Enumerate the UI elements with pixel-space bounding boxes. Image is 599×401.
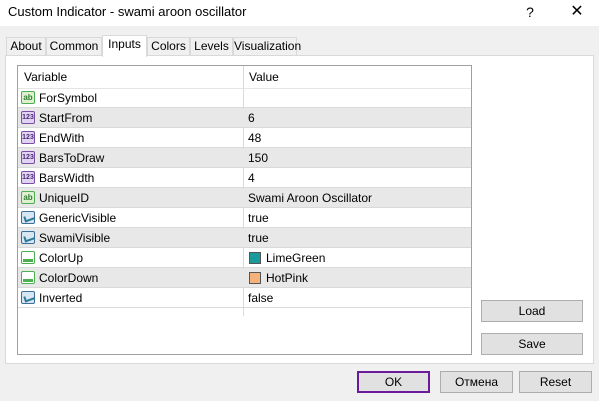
grid-row-genericvisible[interactable]: GenericVisible true [18, 208, 471, 228]
tab-levels[interactable]: Levels [190, 37, 233, 55]
grid-row-forsymbol[interactable]: ab ForSymbol [18, 88, 471, 108]
tab-colors[interactable]: Colors [147, 37, 190, 55]
color-swatch[interactable] [249, 272, 261, 284]
header-variable[interactable]: Variable [24, 70, 67, 84]
grid-row-barstodraw[interactable]: 123 BarsToDraw 150 [18, 148, 471, 168]
tab-visualization[interactable]: Visualization [233, 37, 301, 55]
load-button[interactable]: Load [481, 300, 583, 322]
variable-value[interactable]: true [248, 231, 269, 245]
grid-row-uniqueid[interactable]: ab UniqueID Swami Aroon Oscillator [18, 188, 471, 208]
variable-value[interactable]: 150 [248, 151, 268, 165]
boolean-type-icon [21, 211, 35, 224]
close-button[interactable]: ✕ [565, 2, 589, 22]
grid-row-startfrom[interactable]: 123 StartFrom 6 [18, 108, 471, 128]
variable-name: StartFrom [39, 111, 93, 125]
reset-button[interactable]: Reset [519, 371, 592, 393]
grid-row-swamivisible[interactable]: SwamiVisible true [18, 228, 471, 248]
integer-type-icon: 123 [21, 151, 35, 164]
variable-name: UniqueID [39, 191, 90, 205]
color-swatch[interactable] [249, 252, 261, 264]
grid-row-colorup[interactable]: ColorUp LimeGreen [18, 248, 471, 268]
variable-value[interactable]: 4 [248, 171, 255, 185]
variable-value[interactable]: Swami Aroon Oscillator [248, 191, 372, 205]
variable-name: ForSymbol [39, 91, 98, 105]
tab-inputs[interactable]: Inputs [102, 35, 147, 57]
variable-value[interactable]: LimeGreen [266, 251, 325, 265]
help-button[interactable]: ? [518, 2, 542, 22]
integer-type-icon: 123 [21, 171, 35, 184]
string-type-icon: ab [21, 191, 35, 204]
variable-name: EndWith [39, 131, 85, 145]
variable-value[interactable]: HotPink [266, 271, 308, 285]
ok-button[interactable]: OK [357, 371, 430, 393]
title-bar: Custom Indicator - swami aroon oscillato… [0, 0, 599, 26]
grid-row-barswidth[interactable]: 123 BarsWidth 4 [18, 168, 471, 188]
grid-row-colordown[interactable]: ColorDown HotPink [18, 268, 471, 288]
boolean-type-icon [21, 231, 35, 244]
tab-about[interactable]: About [6, 37, 46, 55]
variable-name: BarsWidth [39, 171, 95, 185]
variable-value[interactable]: false [248, 291, 273, 305]
variable-name: Inverted [39, 291, 83, 305]
boolean-type-icon [21, 291, 35, 304]
header-value[interactable]: Value [249, 70, 279, 84]
string-type-icon: ab [21, 91, 35, 104]
tab-common[interactable]: Common [46, 37, 102, 55]
variable-value[interactable]: 6 [248, 111, 255, 125]
inputs-grid: Variable Value ab ForSymbol 123 StartFrom 6 1… [17, 65, 472, 355]
variable-name: GenericVisible [39, 211, 117, 225]
variable-name: ColorDown [39, 271, 99, 285]
integer-type-icon: 123 [21, 111, 35, 124]
color-type-icon [21, 271, 35, 284]
grid-row-endwith[interactable]: 123 EndWith 48 [18, 128, 471, 148]
variable-name: SwamiVisible [39, 231, 111, 245]
window-title: Custom Indicator - swami aroon oscillato… [8, 4, 247, 19]
variable-value[interactable]: 48 [248, 131, 261, 145]
variable-value[interactable]: true [248, 211, 269, 225]
cancel-button[interactable]: Отмена [440, 371, 513, 393]
variable-name: BarsToDraw [39, 151, 105, 165]
grid-row-inverted[interactable]: Inverted false [18, 288, 471, 308]
grid-header: Variable Value [18, 66, 471, 89]
variable-name: ColorUp [39, 251, 84, 265]
save-button[interactable]: Save [481, 333, 583, 355]
color-type-icon [21, 251, 35, 264]
integer-type-icon: 123 [21, 131, 35, 144]
